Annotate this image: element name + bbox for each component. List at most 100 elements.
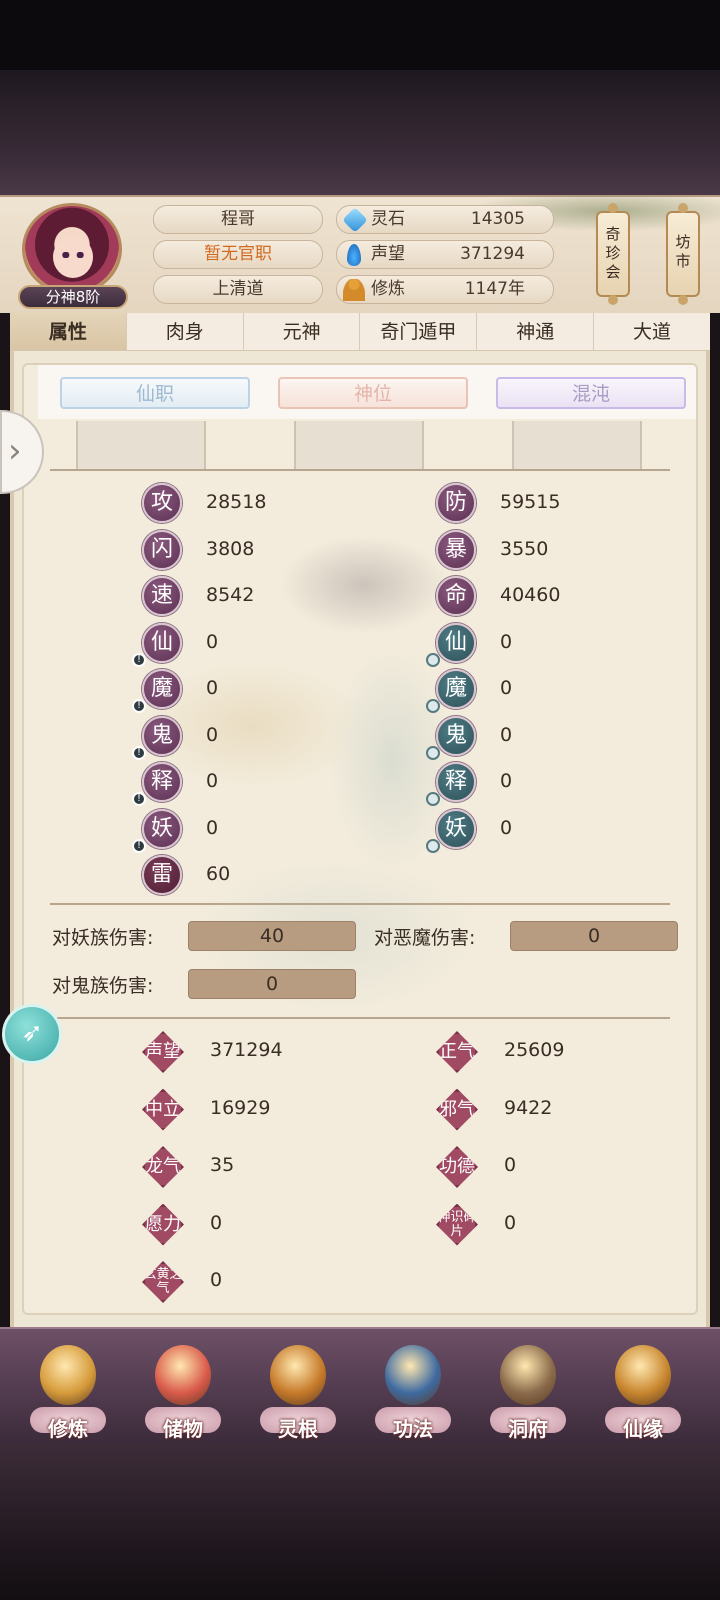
stat-value: 0 <box>206 770 219 792</box>
cultivation-icon <box>343 279 365 301</box>
attribute-content: 仙职 神位 混沌 【 攻 28518 闪 3808 速 8542 仙! 0 魔! 0 鬼! 0 释! 0 妖… <box>22 363 698 1315</box>
divider <box>50 1017 670 1019</box>
tab-divine-arts[interactable]: 神通 <box>477 313 595 350</box>
tab-body[interactable]: 肉身 <box>127 313 244 350</box>
bottom-navigation: 修炼 储物 灵根 功法 洞府 仙缘 <box>0 1327 720 1445</box>
stat-badge-icon: 妖 <box>142 808 182 849</box>
rocket-icon: ➶ <box>21 1018 43 1048</box>
stat-badge-icon: 鬼 <box>436 715 476 756</box>
spirit-stone-icon <box>342 207 368 233</box>
nav-label: 仙缘 <box>623 1417 663 1441</box>
treasure-fair-button[interactable]: 奇 珍 会 <box>596 203 630 305</box>
stat-value: 0 <box>206 816 219 839</box>
resource-spirit-stone[interactable]: 灵石 14305 <box>336 205 554 234</box>
stat-value: 59515 <box>500 491 561 513</box>
nav-item[interactable]: 功法 <box>365 1341 461 1441</box>
spirit-root-icon <box>270 1345 326 1405</box>
nav-label: 洞府 <box>508 1417 548 1441</box>
nav-label: 修炼 <box>48 1417 88 1441</box>
nav-label: 储物 <box>163 1417 203 1441</box>
stat-value: 60 <box>206 863 231 885</box>
reputation-value: 35 <box>210 1154 235 1176</box>
damage-vs-gui-value: 0 <box>188 969 356 999</box>
player-name: 程哥 <box>153 205 323 234</box>
reputation-value: 16929 <box>210 1096 271 1119</box>
title-xianzhi[interactable]: 仙职 <box>60 377 250 409</box>
divider <box>50 903 670 905</box>
stat-badge-icon: 暴 <box>436 529 476 570</box>
stat-badge-icon: 雷 <box>142 855 182 895</box>
title-slot-xianzhi[interactable] <box>76 421 206 471</box>
resource-value: 14305 <box>470 209 525 229</box>
title-banners: 仙职 神位 混沌 【 <box>38 365 696 419</box>
stat-badge-icon: 妖 <box>436 808 476 849</box>
nav-label: 功法 <box>393 1417 433 1441</box>
resource-prestige[interactable]: 声望 371294 <box>336 240 554 269</box>
resist-ring-icon <box>426 745 440 760</box>
status-bar-area <box>0 0 720 70</box>
resist-ring-icon <box>426 652 440 667</box>
reputation-seal-icon: 龙气 <box>142 1146 184 1188</box>
attack-exclaim-icon: ! <box>132 699 146 713</box>
market-button[interactable]: 坊 市 <box>666 203 700 305</box>
rocket-shortcut-button[interactable]: ➶ <box>2 1004 62 1064</box>
damage-vs-yao-label: 对妖族伤害: <box>52 927 154 949</box>
attack-exclaim-icon: ! <box>132 652 146 667</box>
stat-value: 0 <box>206 630 219 653</box>
nav-item[interactable]: 灵根 <box>250 1341 346 1441</box>
stat-badge-icon: 仙 <box>142 622 182 663</box>
title-slot-hundun[interactable] <box>512 421 642 471</box>
chevron-right-icon: › <box>8 431 22 471</box>
resource-cultivation[interactable]: 修炼 1147年 <box>336 275 554 304</box>
bracket-mark: 【 <box>694 377 696 406</box>
reputation-value: 0 <box>504 1154 517 1176</box>
sect-name[interactable]: 上清道 <box>153 275 323 304</box>
tab-soul[interactable]: 元神 <box>244 313 361 350</box>
damage-vs-gui-label: 对鬼族伤害: <box>52 975 154 997</box>
stat-badge-icon: 鬼 <box>142 715 182 756</box>
reputation-seal-icon: 玄黄之气 <box>142 1261 184 1303</box>
stat-badge-icon: 释 <box>142 762 182 802</box>
divider <box>50 469 670 471</box>
title-hundun[interactable]: 混沌 <box>496 377 686 409</box>
resist-ring-icon <box>426 699 440 713</box>
reputation-value: 371294 <box>210 1039 283 1061</box>
stat-value: 0 <box>206 723 219 746</box>
official-title[interactable]: 暂无官职 <box>153 240 323 269</box>
stat-badge-icon: 防 <box>436 483 476 523</box>
stat-value: 40460 <box>500 584 561 606</box>
prestige-icon <box>347 244 361 266</box>
player-header: 分神8阶 程哥 暂无官职 上清道 灵石 14305 声望 371294 修炼 1… <box>0 195 720 313</box>
nav-item[interactable]: 修炼 <box>20 1341 116 1441</box>
attack-exclaim-icon: ! <box>132 792 146 806</box>
attack-exclaim-icon: ! <box>132 745 146 760</box>
stat-badge-icon: 速 <box>142 576 182 616</box>
stat-value: 3808 <box>206 537 255 560</box>
resist-ring-icon <box>426 838 440 853</box>
resource-label: 灵石 <box>371 209 405 229</box>
reputation-value: 0 <box>210 1269 223 1291</box>
stat-badge-icon: 攻 <box>142 483 182 523</box>
damage-vs-emo-label: 对恶魔伤害: <box>374 927 476 949</box>
reputation-value: 25609 <box>504 1039 565 1061</box>
nav-label: 灵根 <box>278 1417 318 1441</box>
stat-badge-icon: 仙 <box>436 622 476 663</box>
tab-qimen[interactable]: 奇门遁甲 <box>360 313 478 350</box>
resource-label: 声望 <box>371 244 405 264</box>
stat-value: 0 <box>500 770 513 792</box>
top-banner <box>0 70 720 250</box>
nav-item[interactable]: 洞府 <box>480 1341 576 1441</box>
title-slot-shenwei[interactable] <box>294 421 424 471</box>
avatar-portrait <box>22 203 122 295</box>
nav-item[interactable]: 储物 <box>135 1341 231 1441</box>
gourd-icon <box>615 1345 671 1405</box>
title-shenwei[interactable]: 神位 <box>278 377 468 409</box>
nav-item[interactable]: 仙缘 <box>595 1341 691 1441</box>
reputation-seal-icon: 愿力 <box>142 1203 184 1246</box>
attribute-tabs: 属性 肉身 元神 奇门遁甲 神通 大道 <box>10 313 710 351</box>
monk-icon <box>40 1345 96 1405</box>
tab-great-dao[interactable]: 大道 <box>594 313 710 350</box>
tab-attributes[interactable]: 属性 <box>10 313 127 350</box>
player-avatar[interactable]: 分神8阶 <box>18 203 128 309</box>
reputation-value: 9422 <box>504 1096 553 1119</box>
